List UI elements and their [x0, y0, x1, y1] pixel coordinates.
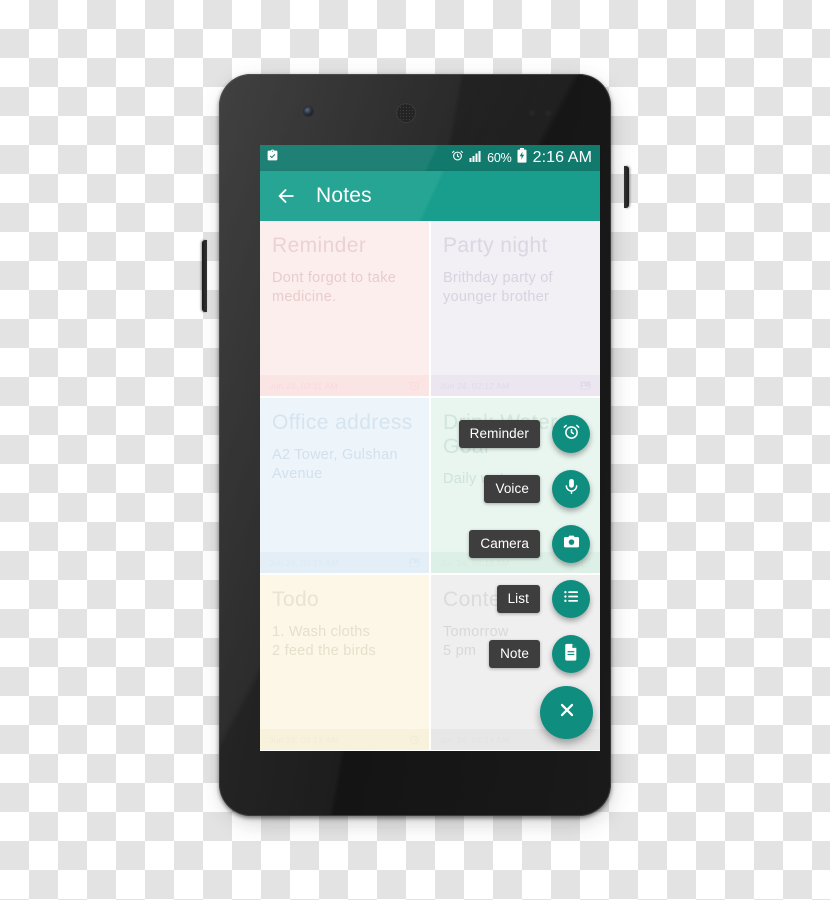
earpiece-speaker-icon [396, 103, 416, 123]
note-footer: Jun 24, 02:13 AM [260, 729, 429, 750]
status-bar-clock: 2:16 AM [532, 149, 592, 166]
note-title: Todo [272, 588, 320, 611]
signal-bars-icon [469, 149, 482, 167]
note-body: Reminder Dont forgot to take medicine. [260, 221, 429, 375]
fab-button-reminder[interactable] [552, 414, 590, 453]
document-icon [562, 642, 581, 666]
fab-label: List [496, 584, 540, 613]
list-icon [562, 587, 581, 611]
fab-close-button[interactable] [540, 685, 593, 739]
fab-item-voice[interactable]: Voice [484, 461, 590, 516]
alarm-icon [451, 149, 464, 167]
front-camera-icon [304, 107, 313, 116]
fab-label: Camera [469, 529, 540, 558]
fab-label: Voice [484, 474, 540, 503]
fab-button-camera[interactable] [552, 524, 590, 563]
microphone-icon [562, 477, 581, 501]
note-text: Dont forgot to take medicine. [272, 269, 397, 306]
proximity-sensor-icon [529, 110, 535, 116]
fab-speed-dial-menu: Reminder Voice Camera List Note [458, 406, 593, 743]
note-title: Party night [443, 234, 548, 257]
power-button[interactable] [624, 166, 629, 208]
note-timestamp: Jun 24, 02:13 AM [269, 557, 339, 568]
volume-rocker[interactable] [202, 240, 207, 312]
close-icon [556, 699, 578, 726]
note-title: Office address [272, 411, 413, 434]
note-title: Reminder [272, 234, 367, 257]
status-bar-right: 60% 2:16 AM [451, 148, 592, 168]
note-card[interactable]: Party night Brithday party of younger bro… [431, 221, 600, 396]
note-footer: Jun 24, 02:12 AM [431, 375, 600, 396]
note-timestamp: Jun 24, 02:12 AM [440, 380, 510, 391]
app-bar-gloss [260, 171, 600, 221]
note-body: Todo 1. Wash cloths 2 feed the birds [260, 575, 429, 729]
note-card[interactable]: Todo 1. Wash cloths 2 feed the birds Jun 2… [260, 575, 429, 750]
note-timestamp: Jun 24, 02:11 AM [269, 380, 338, 391]
note-card[interactable]: Office address A2 Tower, Gulshan Avenue Ju… [260, 398, 429, 573]
alarm-icon [408, 379, 421, 392]
fab-button-voice[interactable] [552, 469, 590, 508]
note-text: 1. Wash cloths 2 feed the birds [272, 623, 376, 660]
image-icon [579, 379, 592, 392]
note-body: Party night Brithday party of younger bro… [431, 221, 600, 375]
back-arrow-icon[interactable] [273, 183, 299, 209]
alarm-icon [408, 733, 421, 746]
phone-device: 60% 2:16 AM Notes Reminder Dont forgot t… [202, 68, 629, 828]
fab-item-reminder[interactable]: Reminder [458, 406, 590, 461]
status-bar-left [266, 149, 279, 167]
note-body: Office address A2 Tower, Gulshan Avenue [260, 398, 429, 552]
note-text: Brithday party of younger brother [443, 269, 553, 306]
fab-item-camera[interactable]: Camera [469, 516, 590, 571]
clipboard-check-icon [266, 149, 279, 167]
fab-main-row [540, 681, 593, 743]
fab-item-note[interactable]: Note [489, 626, 590, 681]
fab-button-note[interactable] [552, 634, 590, 673]
battery-charging-icon [517, 148, 527, 168]
app-bar: Notes [260, 171, 600, 221]
camera-icon [562, 532, 581, 556]
note-footer: Jun 24, 02:13 AM [260, 552, 429, 573]
light-sensor-icon [545, 110, 551, 116]
note-card[interactable]: Reminder Dont forgot to take medicine. Jun… [260, 221, 429, 396]
note-timestamp: Jun 24, 02:13 AM [269, 734, 339, 745]
note-text: A2 Tower, Gulshan Avenue [272, 446, 398, 483]
fab-item-list[interactable]: List [496, 571, 590, 626]
alarm-icon [562, 422, 581, 446]
fab-label: Reminder [458, 419, 540, 448]
page-title: Notes [316, 184, 372, 207]
phone-screen: 60% 2:16 AM Notes Reminder Dont forgot t… [260, 145, 600, 751]
fab-label: Note [489, 639, 540, 668]
image-icon [408, 556, 421, 569]
fab-button-list[interactable] [552, 579, 590, 618]
battery-percent-label: 60% [487, 151, 512, 165]
phone-body: 60% 2:16 AM Notes Reminder Dont forgot t… [219, 74, 611, 816]
note-footer: Jun 24, 02:11 AM [260, 375, 429, 396]
status-bar: 60% 2:16 AM [260, 145, 600, 171]
